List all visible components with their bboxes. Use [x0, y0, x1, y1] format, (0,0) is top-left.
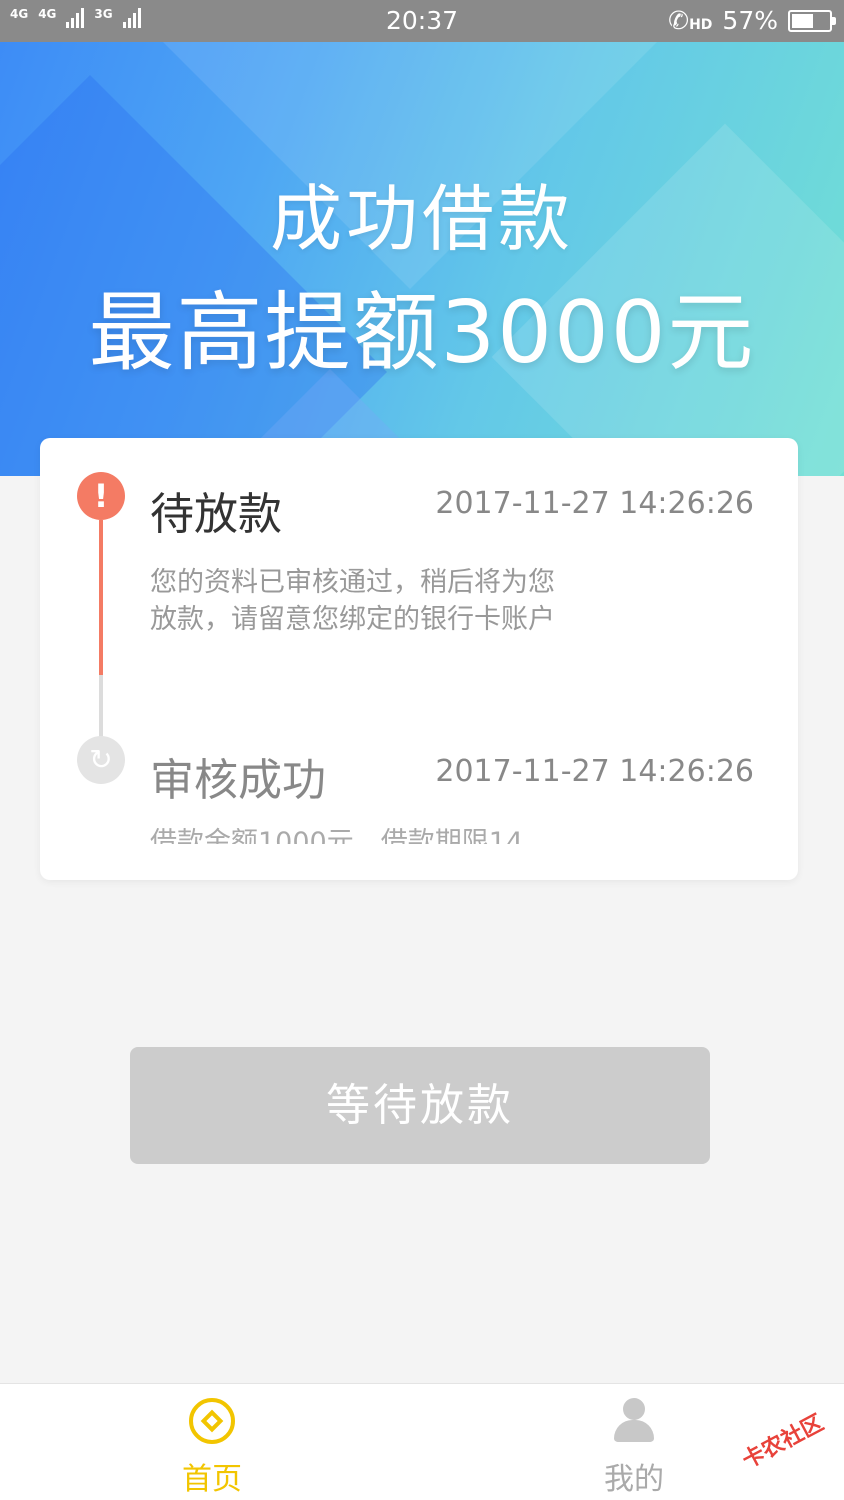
tab-home-label: 首页 [182, 1462, 242, 1497]
step-time-pending: 2017-11-27 14:26:26 [435, 486, 754, 521]
step-title-pending: 待放款 [150, 489, 282, 540]
banner-title: 成功借款 [269, 177, 574, 261]
status-right-group: ✆HD 57% [668, 6, 836, 35]
bottom-tab-bar: 首页 我的 [0, 1383, 844, 1500]
banner-subtitle: 最高提额3000元 [88, 283, 756, 383]
home-coin-icon [189, 1398, 235, 1444]
step-description-pending: 您的资料已审核通过，稍后将为您放款，请留意您绑定的银行卡账户 [150, 567, 555, 635]
tab-mine-label: 我的 [604, 1462, 664, 1497]
battery-percent: 57% [722, 6, 778, 35]
status-bar: 4G 4G 3G 20:37 ✆HD 57% [0, 0, 844, 42]
refresh-icon: ↻ [77, 736, 125, 784]
step-description-approved: 借款金额1000元，借款期限14 [150, 827, 524, 844]
await-disbursement-button[interactable]: 等待放款 [130, 1047, 710, 1164]
step-time-approved: 2017-11-27 14:26:26 [435, 754, 754, 789]
battery-icon [788, 9, 836, 32]
timeline-line-active [99, 520, 103, 675]
step-title-approved: 审核成功 [150, 755, 326, 806]
promo-banner: 成功借款 最高提额3000元 [0, 42, 844, 476]
user-icon [611, 1398, 657, 1444]
hd-label: HD [689, 17, 713, 33]
battery-fill [792, 13, 813, 28]
tab-home[interactable]: 首页 [132, 1398, 292, 1498]
exclamation-icon: ! [77, 472, 125, 520]
timeline-line [99, 675, 103, 737]
tab-mine[interactable]: 我的 [554, 1398, 714, 1498]
loan-status-card: ! 待放款 2017-11-27 14:26:26 您的资料已审核通过，稍后将为… [40, 438, 798, 880]
hd-call-icon: ✆HD [668, 6, 713, 35]
